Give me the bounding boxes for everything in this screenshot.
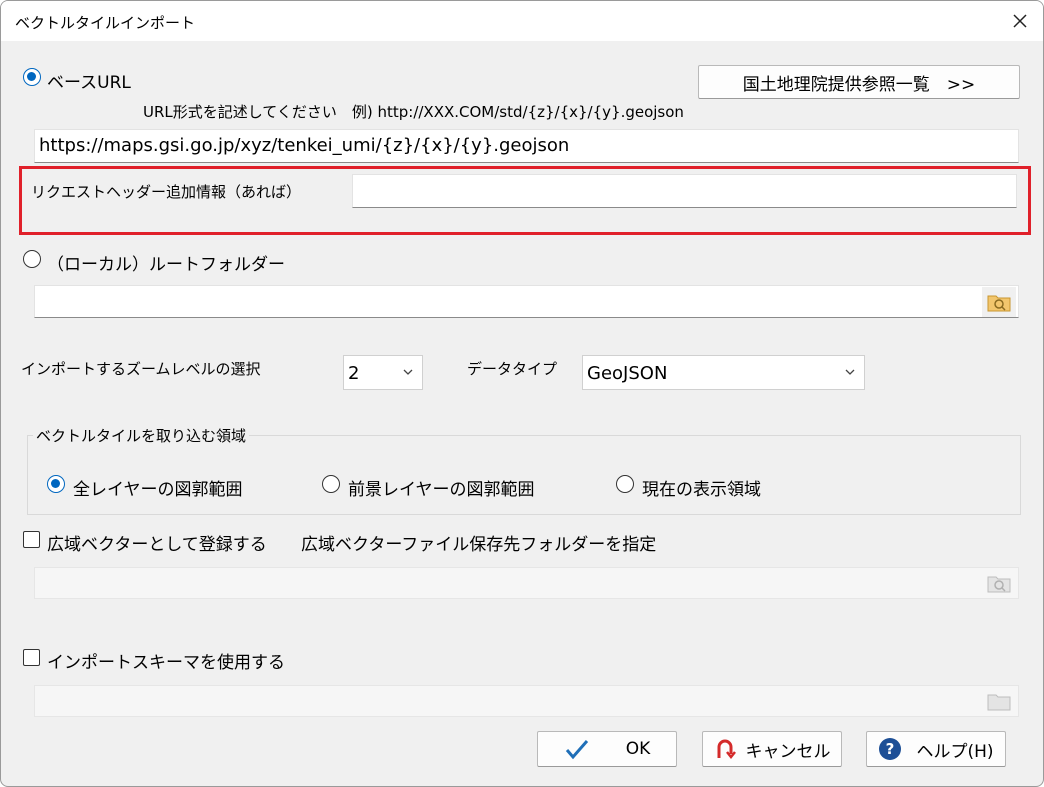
cancel-button[interactable]: キャンセル	[702, 731, 842, 767]
url-hint: URL形式を記述してください 例) http://XXX.COM/std/{z}…	[143, 103, 684, 121]
svg-text:?: ?	[886, 740, 895, 758]
wide-vector-folder-input[interactable]	[34, 567, 1019, 599]
import-schema-input[interactable]	[34, 685, 1019, 717]
datatype-value: GeoJSON	[587, 363, 668, 384]
zoom-level-label: インポートするズームレベルの選択	[21, 360, 261, 378]
base-url-radio[interactable]	[23, 68, 41, 86]
import-area-group-label: ベクトルタイルを取り込む領域	[33, 425, 250, 446]
import-schema-label: インポートスキーマを使用する	[47, 653, 285, 673]
request-header-input[interactable]	[352, 174, 1017, 208]
local-folder-label: （ローカル）ルートフォルダー	[47, 255, 285, 275]
browse-schema-button[interactable]	[982, 686, 1016, 716]
help-label: ヘルプ(H)	[916, 741, 994, 762]
dialog-window: ベクトルタイルインポート ベースURL 国土地理院提供参照一覧 >> URL形式…	[0, 0, 1044, 787]
folder-search-icon	[987, 576, 1011, 593]
close-icon	[1013, 14, 1027, 28]
wide-vector-folder-label: 広域ベクターファイル保存先フォルダーを指定	[301, 535, 657, 555]
area-current-view-label: 現在の表示領域	[642, 480, 761, 500]
ok-button[interactable]: OK	[537, 731, 677, 767]
wide-vector-checkbox[interactable]	[23, 531, 40, 548]
local-folder-input[interactable]	[34, 285, 1019, 318]
area-all-layers-radio[interactable]	[47, 475, 65, 493]
chevron-down-icon	[845, 369, 855, 375]
folder-icon	[987, 694, 1011, 711]
folder-search-icon	[987, 295, 1011, 312]
area-current-view-radio[interactable]	[616, 475, 634, 493]
browse-wide-vector-folder-button[interactable]	[982, 568, 1016, 598]
request-header-label: リクエストヘッダー追加情報（あれば）	[31, 183, 302, 201]
cancel-label: キャンセル	[745, 741, 831, 762]
help-icon: ?	[879, 738, 902, 760]
url-input[interactable]: https://maps.gsi.go.jp/xyz/tenkei_umi/{z…	[34, 129, 1019, 163]
datatype-label: データタイプ	[467, 360, 558, 378]
close-button[interactable]	[997, 1, 1043, 41]
zoom-level-select[interactable]: 2	[343, 355, 423, 390]
area-all-layers-label: 全レイヤーの図郭範囲	[73, 480, 243, 500]
gsi-list-button[interactable]: 国土地理院提供参照一覧 >>	[698, 65, 1020, 99]
wide-vector-label: 広域ベクターとして登録する	[47, 535, 267, 555]
dialog-title: ベクトルタイルインポート	[15, 14, 196, 32]
chevron-down-icon	[403, 369, 413, 375]
area-foreground-layer-label: 前景レイヤーの図郭範囲	[348, 480, 535, 500]
checkmark-icon	[565, 740, 588, 760]
title-bar: ベクトルタイルインポート	[1, 1, 1043, 41]
area-foreground-layer-radio[interactable]	[322, 475, 340, 493]
base-url-label: ベースURL	[47, 73, 131, 93]
import-schema-checkbox[interactable]	[23, 649, 40, 666]
datatype-select[interactable]: GeoJSON	[582, 355, 865, 390]
help-button[interactable]: ? ヘルプ(H)	[866, 731, 1006, 767]
ok-label: OK	[625, 739, 651, 759]
local-folder-radio[interactable]	[23, 250, 41, 268]
browse-local-folder-button[interactable]	[982, 287, 1016, 317]
zoom-level-value: 2	[348, 363, 360, 384]
undo-arrow-icon	[717, 739, 736, 760]
